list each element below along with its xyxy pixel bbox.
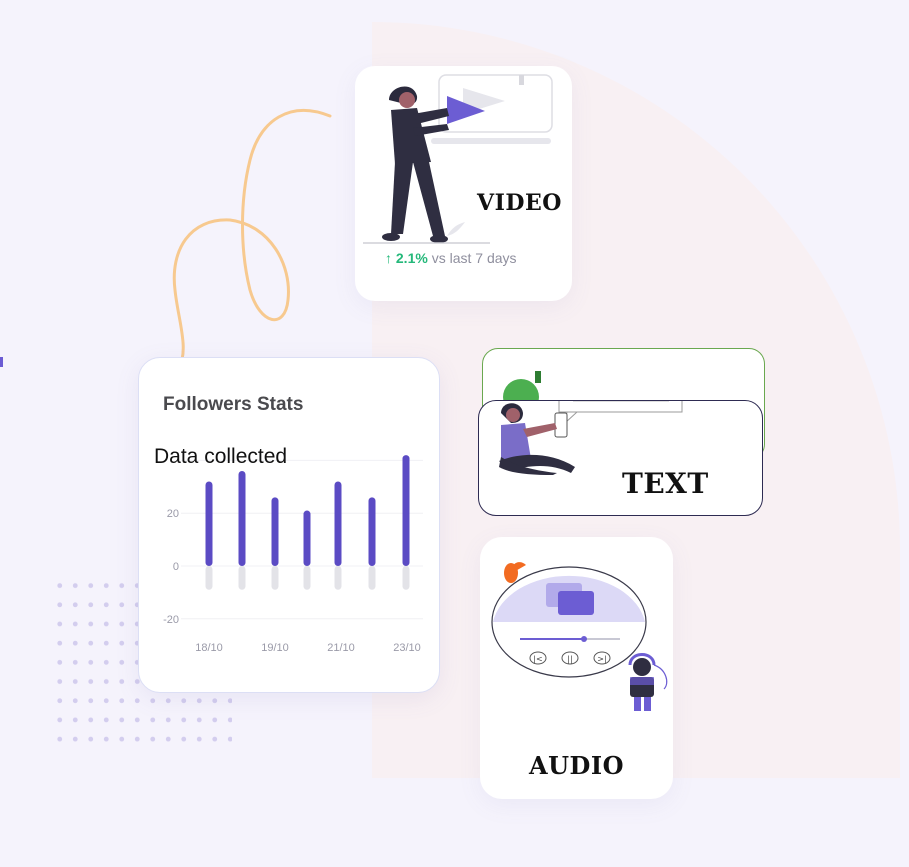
bar-positive: [303, 510, 311, 566]
bar-negative: [271, 566, 279, 590]
bar-negative: [303, 566, 311, 590]
svg-text:|<: |<: [533, 655, 542, 664]
y-tick-label: -20: [163, 614, 179, 626]
svg-text:>|: >|: [597, 655, 606, 664]
bar-positive: [368, 497, 376, 566]
audio-card[interactable]: |< || >| AUDIO: [480, 537, 673, 799]
x-tick-label: 18/10: [195, 642, 223, 654]
bar-positive: [205, 481, 213, 566]
y-tick-label: 20: [167, 508, 179, 520]
bar-negative: [368, 566, 376, 590]
x-tick-label: 23/10: [393, 642, 421, 654]
chart-title: Followers Stats: [163, 394, 304, 415]
video-caption: VIDEO: [477, 190, 562, 216]
edge-marker: [0, 357, 3, 367]
chart-subtitle: Data collected: [154, 445, 288, 468]
y-tick-label: 0: [173, 561, 179, 573]
bar-positive: [238, 470, 246, 566]
bar-positive: [402, 455, 410, 566]
text-caption: TEXT: [622, 467, 709, 500]
bar-negative: [238, 566, 246, 590]
text-card[interactable]: TEXT: [478, 400, 763, 516]
growth-stat: ↑ 2.1% vs last 7 days: [385, 250, 517, 266]
x-tick-label: 19/10: [261, 642, 289, 654]
bar-positive: [334, 481, 342, 566]
growth-percent: 2.1%: [395, 250, 428, 266]
up-arrow-icon: ↑: [385, 250, 392, 266]
bar-negative: [205, 566, 213, 590]
growth-period: vs last 7 days: [431, 250, 517, 266]
x-tick-label: 21/10: [327, 642, 355, 654]
audio-caption: AUDIO: [529, 751, 624, 780]
svg-text:||: ||: [567, 655, 572, 664]
bar-negative: [334, 566, 342, 590]
decorative-squiggle: [172, 109, 332, 370]
bar-positive: [271, 497, 279, 566]
video-card[interactable]: VIDEO ↑ 2.1% vs last 7 days: [355, 66, 572, 301]
followers-stats-card: 20 0 -20 18/10 19/10 21/10 23/10 Followers Sta…: [138, 357, 440, 693]
bar-negative: [402, 566, 410, 590]
